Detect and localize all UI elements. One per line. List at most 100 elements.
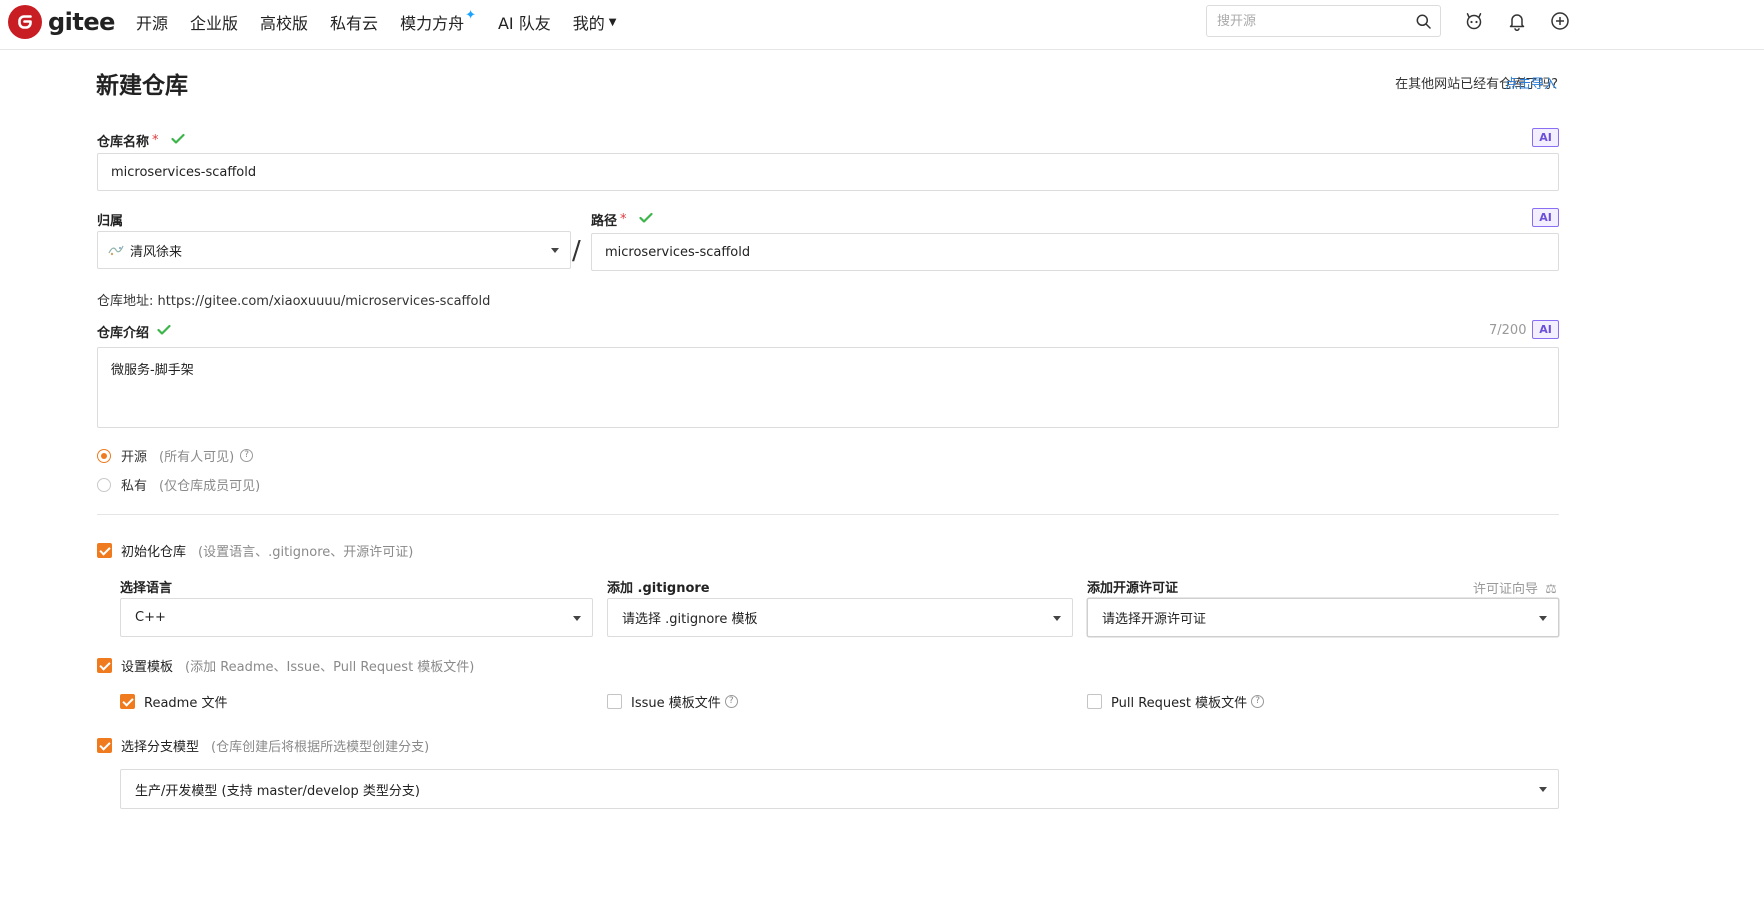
pr-template-label: Pull Request 模板文件	[1111, 696, 1248, 711]
ai-assistant-icon[interactable]	[1464, 11, 1484, 35]
scale-icon: ⚖	[1545, 582, 1557, 597]
nav-item-moli-fangzhou-label: 模力方舟	[400, 14, 465, 33]
branch-model-option[interactable]: 选择分支模型 (仓库创建后将根据所选模型创建分支)	[97, 736, 429, 755]
nav-item-private-cloud[interactable]: 私有云	[330, 10, 378, 34]
desc-label: 仓库介绍	[97, 322, 171, 341]
issue-template-checkbox[interactable]	[607, 694, 622, 709]
section-divider	[97, 514, 1559, 515]
owner-name: 清风徐来	[130, 244, 183, 260]
issue-template-label: Issue 模板文件	[631, 696, 721, 711]
radio-private[interactable]	[97, 477, 111, 492]
top-navbar: gitee 开源 企业版 高校版 私有云 模力方舟 ✦ AI 队友 我的 ▼	[0, 0, 1764, 50]
chevron-down-icon	[1539, 615, 1547, 621]
search-input[interactable]	[1207, 6, 1397, 36]
templates-label: 设置模板	[121, 660, 174, 675]
path-field	[591, 233, 1559, 271]
gitee-logo-icon	[8, 5, 42, 39]
templates-checkbox[interactable]	[97, 658, 112, 673]
branch-model-select[interactable]: 生产/开发模型 (支持 master/develop 类型分支)	[120, 769, 1559, 809]
gitignore-label: 添加 .gitignore	[607, 581, 710, 596]
caret-down-icon: ▼	[608, 16, 617, 28]
desc-label-text: 仓库介绍	[97, 326, 150, 341]
pr-template-option[interactable]: Pull Request 模板文件 ?	[1087, 692, 1265, 711]
repo-name-label: 仓库名称 *	[97, 131, 185, 150]
pr-template-checkbox[interactable]	[1087, 694, 1102, 709]
visibility-private-option[interactable]: 私有 (仅仓库成员可见)	[97, 475, 260, 494]
chevron-down-icon	[573, 615, 581, 621]
issue-template-option[interactable]: Issue 模板文件 ?	[607, 692, 738, 711]
path-separator: /	[572, 236, 581, 266]
language-label: 选择语言	[120, 581, 173, 596]
nav-item-mine-label: 我的	[572, 14, 605, 33]
nav-item-open-source[interactable]: 开源	[136, 10, 168, 34]
path-label: 路径 *	[591, 210, 653, 229]
add-icon[interactable]	[1550, 11, 1570, 35]
help-icon[interactable]: ?	[240, 449, 254, 462]
license-label: 添加开源许可证	[1087, 581, 1179, 596]
search-box	[1206, 5, 1441, 37]
branch-model-checkbox[interactable]	[97, 738, 112, 753]
templates-hint: (添加 Readme、Issue、Pull Request 模板文件)	[185, 660, 475, 675]
owner-label: 归属	[97, 214, 124, 229]
path-input[interactable]	[592, 234, 1558, 270]
public-hint: (所有人可见)	[159, 450, 235, 465]
chevron-down-icon	[551, 248, 559, 253]
required-mark: *	[152, 133, 159, 148]
repo-url: 仓库地址: https://gitee.com/xiaoxuuuu/micros…	[97, 294, 491, 309]
branch-model-label: 选择分支模型	[121, 740, 200, 755]
ai-generate-path-button[interactable]: AI	[1532, 208, 1559, 227]
nav-item-moli-fangzhou[interactable]: 模力方舟 ✦	[400, 8, 476, 34]
private-label: 私有	[121, 479, 148, 494]
visibility-public-option[interactable]: 开源 (所有人可见) ?	[97, 446, 254, 465]
init-repo-hint: (设置语言、.gitignore、开源许可证)	[198, 545, 414, 560]
help-icon[interactable]: ?	[1251, 695, 1265, 708]
chevron-down-icon	[1053, 615, 1061, 621]
page-title: 新建仓库	[96, 73, 188, 99]
init-repo-option[interactable]: 初始化仓库 (设置语言、.gitignore、开源许可证)	[97, 541, 413, 560]
nav-item-enterprise[interactable]: 企业版	[190, 10, 238, 34]
templates-option[interactable]: 设置模板 (添加 Readme、Issue、Pull Request 模板文件)	[97, 656, 474, 675]
license-value: 请选择开源许可证	[1102, 612, 1207, 627]
gitee-logo[interactable]: gitee	[8, 5, 115, 39]
help-icon[interactable]: ?	[724, 695, 738, 708]
chevron-down-icon	[1539, 787, 1547, 792]
radio-public[interactable]	[97, 448, 111, 463]
nav-item-education[interactable]: 高校版	[260, 10, 308, 34]
license-select[interactable]: 请选择开源许可证	[1087, 598, 1559, 637]
language-select[interactable]: C++	[120, 598, 593, 637]
license-guide-text: 许可证向导	[1473, 582, 1539, 597]
license-guide-link[interactable]: 许可证向导 ⚖	[1473, 578, 1557, 597]
gitignore-select[interactable]: 请选择 .gitignore 模板	[607, 598, 1073, 637]
path-label-text: 路径	[591, 214, 618, 229]
nav-item-ai-teammate[interactable]: AI 队友	[498, 10, 551, 34]
repo-name-label-text: 仓库名称	[97, 135, 150, 150]
desc-field: 微服务-脚手架	[97, 347, 1559, 428]
ai-generate-desc-button[interactable]: AI	[1532, 320, 1559, 339]
gitignore-value: 请选择 .gitignore 模板	[622, 612, 758, 627]
check-icon	[170, 133, 185, 149]
search-icon[interactable]	[1416, 14, 1431, 33]
ai-generate-button[interactable]: AI	[1532, 128, 1559, 147]
check-icon	[157, 324, 171, 340]
bell-icon[interactable]	[1507, 11, 1527, 35]
init-repo-label: 初始化仓库	[121, 545, 187, 560]
init-repo-checkbox[interactable]	[97, 543, 112, 558]
private-hint: (仅仓库成员可见)	[159, 479, 261, 494]
nav-item-mine[interactable]: 我的 ▼	[573, 10, 617, 34]
brand-name: gitee	[48, 8, 115, 36]
readme-label: Readme 文件	[144, 696, 228, 711]
desc-char-counter: 7/200	[1489, 323, 1527, 338]
owner-avatar	[107, 241, 125, 259]
readme-option[interactable]: Readme 文件	[120, 692, 227, 711]
branch-model-hint: (仓库创建后将根据所选模型创建分支)	[211, 740, 430, 755]
required-mark: *	[620, 212, 627, 227]
readme-checkbox[interactable]	[120, 694, 135, 709]
repo-name-input[interactable]	[98, 154, 1558, 190]
desc-textarea[interactable]: 微服务-脚手架	[98, 348, 1558, 427]
owner-select[interactable]: 清风徐来	[97, 231, 571, 269]
import-link[interactable]: 点击导入	[1505, 73, 1557, 92]
public-label: 开源	[121, 450, 148, 465]
owner-value: 清风徐来	[107, 232, 182, 268]
check-icon	[638, 212, 653, 228]
branch-model-value: 生产/开发模型 (支持 master/develop 类型分支)	[135, 783, 420, 799]
